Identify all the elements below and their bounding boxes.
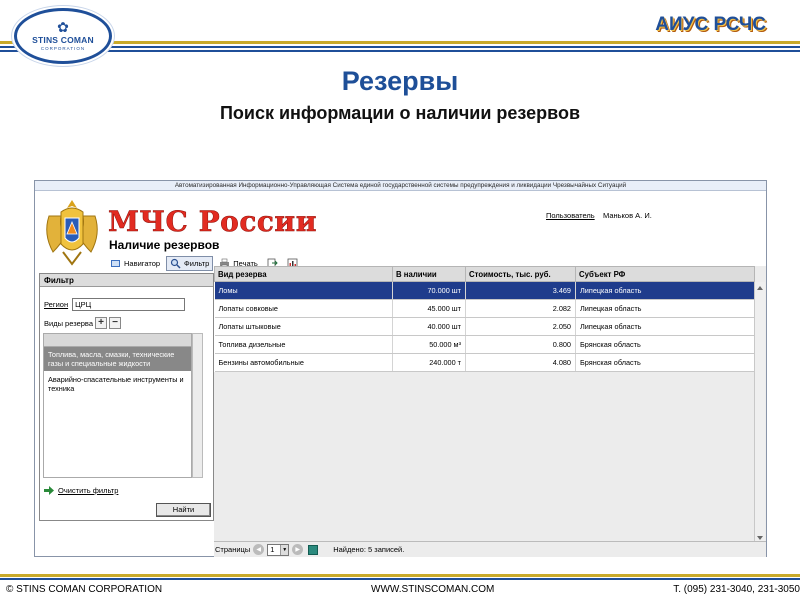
- page-select[interactable]: 1 ▼: [267, 543, 290, 556]
- cell-qty: 40.000 шт: [392, 317, 466, 336]
- filter-panel-header: Фильтр: [40, 274, 213, 287]
- add-type-button[interactable]: +: [95, 317, 107, 329]
- page-name: Наличие резервов: [109, 238, 220, 252]
- logo-emblem-icon: ✿: [57, 19, 69, 35]
- chevron-down-icon: ▼: [280, 544, 289, 555]
- arrow-right-icon: [44, 486, 54, 495]
- mchs-emblem-icon: [46, 200, 98, 266]
- cell-qty: 240.000 т: [392, 353, 466, 372]
- navigator-label: Навигатор: [124, 259, 161, 268]
- clear-filter-link[interactable]: Очистить фильтр: [44, 486, 118, 495]
- page-select-value: 1: [270, 545, 275, 554]
- app-header: МЧС России Наличие резервов Пользователь…: [35, 191, 766, 271]
- region-row: Регион ЦРЦ: [44, 298, 186, 311]
- user-link[interactable]: Пользователь: [546, 211, 595, 220]
- slide-title: Резервы: [341, 66, 459, 96]
- cell-type: Ломы: [214, 281, 393, 300]
- system-banner: Автоматизированная Информационно-Управля…: [35, 181, 766, 191]
- navigator-icon: [111, 260, 120, 267]
- cell-region: Липецкая область: [575, 299, 755, 318]
- filter-label: Фильтр: [184, 259, 210, 268]
- footer-gold-stripe: [0, 574, 800, 577]
- filter-button[interactable]: Фильтр: [166, 256, 214, 271]
- cell-cost: 4.080: [465, 353, 576, 372]
- app-window: Автоматизированная Информационно-Управля…: [34, 180, 767, 557]
- table-body: Ломы 70.000 шт 3.469 Липецкая область Лопаты…: [214, 281, 755, 372]
- grid-scrollbar[interactable]: [754, 282, 765, 544]
- list-item[interactable]: Топлива, масла, смазки, технические газы…: [44, 347, 191, 372]
- clear-filter-label: Очистить фильтр: [58, 486, 119, 495]
- table-row[interactable]: Топлива дизельные 50.000 м³ 0.800 Брянская …: [214, 335, 755, 354]
- stins-coman-logo: ✿ STINS COMAN CORPORATION: [14, 8, 112, 64]
- found-count: Найдено: 5 записей.: [333, 545, 405, 554]
- filter-icon: [170, 258, 181, 269]
- reserve-types-list-header: [44, 334, 191, 347]
- header-blue-stripe: [0, 46, 800, 48]
- reserve-types-label: Виды резерва: [44, 318, 93, 328]
- cell-region: Липецкая область: [575, 281, 755, 300]
- footer-copyright: © STINS COMAN CORPORATION: [6, 584, 163, 595]
- brand-title: МЧС России: [108, 205, 317, 239]
- footer-phone: Т. (095) 231-3040, 231-3050: [673, 584, 800, 595]
- cell-region: Брянская область: [575, 353, 755, 372]
- results-table: Вид резерва В наличии Стоимость, тыс. ру…: [214, 266, 755, 372]
- next-page-icon[interactable]: ▶: [292, 544, 304, 555]
- cell-qty: 45.000 шт: [392, 299, 466, 318]
- cell-cost: 2.050: [465, 317, 576, 336]
- cell-region: Липецкая область: [575, 317, 755, 336]
- cell-type: Топлива дизельные: [214, 335, 393, 354]
- cell-qty: 50.000 м³: [392, 335, 466, 354]
- slide: ✿ STINS COMAN CORPORATION АИУС РСЧС Резе…: [0, 0, 800, 600]
- find-button[interactable]: Найти: [156, 503, 211, 517]
- cell-cost: 3.469: [465, 281, 576, 300]
- table-row[interactable]: Бензины автомобильные 240.000 т 4.080 Брянс…: [214, 353, 755, 372]
- remove-type-button[interactable]: −: [109, 317, 121, 329]
- app-name: АИУС РСЧС: [655, 14, 766, 35]
- table-row[interactable]: Лопаты штыковые 40.000 шт 2.050 Липецкая об…: [214, 317, 755, 336]
- cell-region: Брянская область: [575, 335, 755, 354]
- logo-name: STINS COMAN: [32, 35, 94, 45]
- table-header-row: Вид резерва В наличии Стоимость, тыс. ру…: [214, 266, 755, 282]
- header-gold-stripe: [0, 41, 800, 44]
- reserve-types-list: Топлива, масла, смазки, технические газы…: [43, 333, 192, 478]
- status-bar: Страницы ◀ 1 ▼ ▶ Найдено: 5 записей.: [214, 541, 766, 557]
- reserve-types-row: Виды резерва + −: [44, 317, 121, 329]
- refresh-icon[interactable]: [308, 544, 319, 555]
- cell-qty: 70.000 шт: [392, 281, 466, 300]
- footer-website[interactable]: WWW.STINSCOMAN.COM: [371, 584, 494, 595]
- slide-footer: © STINS COMAN CORPORATION WWW.STINSCOMAN…: [0, 574, 800, 600]
- logo-subtitle: CORPORATION: [40, 46, 86, 51]
- table-row[interactable]: Ломы 70.000 шт 3.469 Липецкая область: [214, 281, 755, 300]
- cell-type: Лопаты совковые: [214, 299, 393, 318]
- slide-subtitle: Поиск информации о наличии резервов: [219, 103, 581, 123]
- table-row[interactable]: Лопаты совковые 45.000 шт 2.082 Липецкая об…: [214, 299, 755, 318]
- filter-panel: Фильтр Регион ЦРЦ Виды резерва + − Топли…: [39, 273, 214, 521]
- region-input[interactable]: ЦРЦ: [72, 298, 186, 311]
- header-blue-stripe-2: [0, 50, 800, 52]
- cell-type: Бензины автомобильные: [214, 353, 393, 372]
- region-label: Регион: [44, 300, 69, 309]
- user-name: Маньков А. И.: [603, 211, 652, 220]
- column-header-region[interactable]: Субъект РФ: [575, 266, 755, 282]
- column-header-type[interactable]: Вид резерва: [214, 266, 393, 282]
- column-header-qty[interactable]: В наличии: [392, 266, 466, 282]
- cell-type: Лопаты штыковые: [214, 317, 393, 336]
- results-grid: Вид резерва В наличии Стоимость, тыс. ру…: [214, 266, 766, 544]
- cell-cost: 2.082: [465, 299, 576, 318]
- list-item[interactable]: Аварийно-спасательные инструменты и техн…: [44, 372, 191, 396]
- column-header-cost[interactable]: Стоимость, тыс. руб.: [465, 266, 576, 282]
- cell-cost: 0.800: [465, 335, 576, 354]
- filter-list-scrollbar[interactable]: [192, 333, 203, 478]
- prev-page-icon[interactable]: ◀: [253, 544, 265, 555]
- pages-label: Страницы: [215, 545, 251, 554]
- navigator-button[interactable]: Навигатор: [107, 256, 163, 271]
